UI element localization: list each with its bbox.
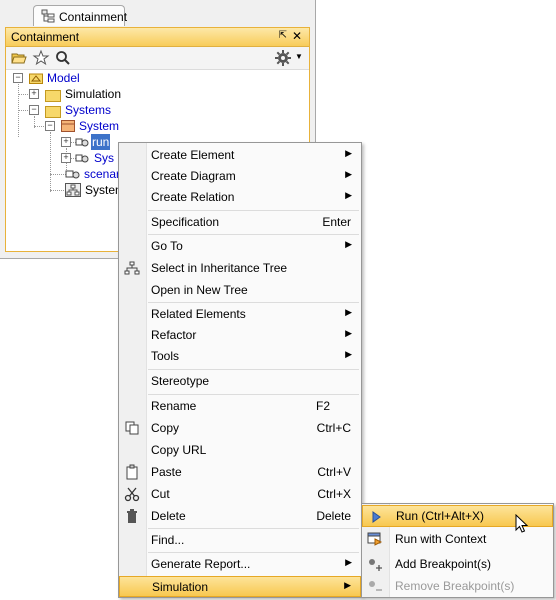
tab-label: Containment	[59, 10, 128, 24]
menu-item-cut[interactable]: Cut Ctrl+X	[119, 483, 361, 505]
add-breakpoint-icon	[369, 559, 382, 571]
menu-item-simulation[interactable]: Simulation ▶	[119, 576, 361, 597]
panel-titlebar: Containment ⇱ ✕	[6, 28, 309, 47]
submenu-arrow-icon: ▶	[345, 557, 352, 567]
menu-item-specification[interactable]: Specification Enter	[119, 211, 361, 233]
folder-icon	[45, 90, 61, 102]
expand-icon[interactable]: +	[61, 137, 71, 147]
submenu-arrow-icon: ▶	[345, 307, 352, 317]
hierarchy-icon	[124, 261, 140, 275]
collapse-icon[interactable]: −	[45, 121, 55, 131]
menu-item-find[interactable]: Find...	[119, 529, 361, 551]
menu-item-create-element[interactable]: Create Element ▶	[119, 144, 361, 166]
remove-breakpoint-icon	[369, 581, 382, 591]
containment-tree-icon	[41, 9, 55, 23]
menu-item-select-inheritance-tree[interactable]: Select in Inheritance Tree	[119, 257, 361, 279]
menu-item-copy[interactable]: Copy Ctrl+C	[119, 417, 361, 439]
block-icon	[61, 120, 75, 132]
open-folder-icon[interactable]	[10, 49, 28, 67]
tab-containment[interactable]: Containment	[33, 5, 128, 26]
menu-item-related-elements[interactable]: Related Elements ▶	[119, 303, 361, 325]
menu-item-go-to[interactable]: Go To ▶	[119, 235, 361, 257]
star-icon[interactable]	[32, 49, 50, 67]
submenu-arrow-icon: ▶	[345, 328, 352, 338]
scissors-icon	[124, 487, 140, 502]
expand-icon[interactable]: +	[29, 89, 39, 99]
menu-item-add-breakpoints[interactable]: Add Breakpoint(s)	[362, 553, 553, 575]
menu-item-stereotype[interactable]: Stereotype	[119, 370, 361, 392]
submenu-arrow-icon: ▶	[345, 148, 352, 158]
folder-icon	[45, 106, 61, 118]
menu-item-generate-report[interactable]: Generate Report... ▶	[119, 553, 361, 575]
run-context-icon	[367, 532, 383, 546]
mouse-cursor-icon	[515, 514, 529, 533]
menu-item-delete[interactable]: Delete Delete	[119, 505, 361, 527]
menu-item-refactor[interactable]: Refactor ▶	[119, 324, 361, 346]
search-icon[interactable]	[54, 49, 72, 67]
collapse-icon[interactable]: −	[29, 105, 39, 115]
pin-icon[interactable]: ⇱	[279, 30, 287, 41]
trash-icon	[127, 509, 137, 523]
submenu-arrow-icon: ▶	[345, 169, 352, 179]
submenu-arrow-icon: ▶	[345, 190, 352, 200]
menu-item-open-new-tree[interactable]: Open in New Tree	[119, 279, 361, 301]
paste-icon	[126, 464, 138, 480]
menu-item-create-relation[interactable]: Create Relation ▶	[119, 186, 361, 208]
menu-item-remove-breakpoints[interactable]: Remove Breakpoint(s)	[362, 575, 553, 597]
chevron-down-icon[interactable]: ▼	[295, 52, 303, 61]
panel-toolbar: ▼	[6, 47, 309, 70]
gear-icon[interactable]	[274, 49, 292, 67]
menu-item-paste[interactable]: Paste Ctrl+V	[119, 461, 361, 483]
submenu-arrow-icon: ▶	[344, 580, 351, 590]
collapse-icon[interactable]: −	[13, 73, 23, 83]
operation-icon	[65, 170, 80, 179]
menu-item-tools[interactable]: Tools ▶	[119, 345, 361, 367]
expand-icon[interactable]: +	[61, 153, 71, 163]
menu-item-create-diagram[interactable]: Create Diagram ▶	[119, 165, 361, 187]
copy-icon	[125, 421, 139, 435]
close-icon[interactable]: ✕	[292, 29, 302, 43]
context-menu: Create Element ▶ Create Diagram ▶ Create…	[118, 142, 362, 598]
play-icon	[372, 511, 381, 523]
menu-item-rename[interactable]: Rename F2	[119, 395, 361, 417]
panel-title: Containment	[11, 30, 80, 44]
diagram-icon	[65, 183, 81, 197]
menu-item-copy-url[interactable]: Copy URL	[119, 439, 361, 461]
submenu-arrow-icon: ▶	[345, 239, 352, 249]
operation-icon	[75, 154, 89, 163]
operation-icon	[75, 138, 89, 147]
submenu-arrow-icon: ▶	[345, 349, 352, 359]
model-icon	[29, 73, 43, 84]
